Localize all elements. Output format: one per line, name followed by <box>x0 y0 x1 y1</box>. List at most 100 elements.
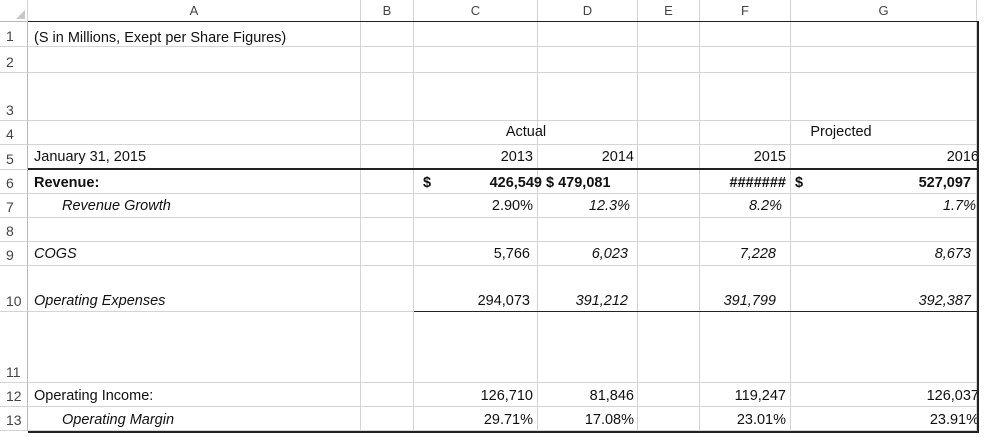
cell-d10[interactable]: 391,212 <box>538 293 628 309</box>
cell-a9[interactable]: COGS <box>34 246 77 262</box>
cell-f10[interactable]: 391,799 <box>700 293 776 309</box>
row-header-13[interactable]: 13 <box>0 407 28 431</box>
grid-cell[interactable] <box>700 47 791 73</box>
grid-cell[interactable] <box>28 218 361 242</box>
grid-cell[interactable] <box>361 22 414 47</box>
grid-cell[interactable] <box>361 407 414 431</box>
grid-cell[interactable] <box>361 218 414 242</box>
row-header-11[interactable]: 11 <box>0 312 28 383</box>
grid-cell[interactable] <box>28 47 361 73</box>
cell-d5[interactable]: 2014 <box>538 149 634 165</box>
grid-cell[interactable] <box>700 312 791 383</box>
grid-cell[interactable] <box>638 22 700 47</box>
grid-cell[interactable] <box>361 383 414 407</box>
column-header-d[interactable]: D <box>538 0 638 22</box>
select-all-corner[interactable] <box>0 0 28 22</box>
cell-d12[interactable]: 81,846 <box>538 388 634 404</box>
grid-cell[interactable] <box>361 121 414 145</box>
cell-c10[interactable]: 294,073 <box>414 293 530 309</box>
grid-cell[interactable] <box>791 312 977 383</box>
grid-cell[interactable] <box>538 22 638 47</box>
grid-cell[interactable] <box>361 170 414 194</box>
cell-g5[interactable]: 2016 <box>791 149 979 165</box>
grid-cell[interactable] <box>638 407 700 431</box>
grid-cell[interactable] <box>361 145 414 170</box>
column-header-e[interactable]: E <box>638 0 700 22</box>
cell-g12[interactable]: 126,037 <box>791 388 979 404</box>
cell-c4-actual[interactable]: Actual <box>414 124 638 140</box>
cell-d6[interactable]: $ 479,081 <box>546 175 611 191</box>
grid-cell[interactable] <box>638 312 700 383</box>
grid-cell[interactable] <box>638 73 700 121</box>
row-header-7[interactable]: 7 <box>0 194 28 218</box>
cell-g10[interactable]: 392,387 <box>791 293 971 309</box>
grid-cell[interactable] <box>361 312 414 383</box>
cell-g13[interactable]: 23.91% <box>791 412 979 428</box>
row-header-2[interactable]: 2 <box>0 47 28 73</box>
grid-cell[interactable] <box>638 194 700 218</box>
row-header-4[interactable]: 4 <box>0 121 28 145</box>
cell-d13[interactable]: 17.08% <box>538 412 634 428</box>
grid-cell[interactable] <box>538 47 638 73</box>
grid-cell[interactable] <box>700 121 791 145</box>
column-header-c[interactable]: C <box>414 0 538 22</box>
cell-d7[interactable]: 12.3% <box>538 198 630 214</box>
cell-a5[interactable]: January 31, 2015 <box>34 149 146 165</box>
grid-cell[interactable] <box>538 73 638 121</box>
row-header-10[interactable]: 10 <box>0 266 28 312</box>
grid-cell[interactable] <box>638 121 700 145</box>
grid-cell[interactable] <box>538 218 638 242</box>
cell-c7[interactable]: 2.90% <box>414 198 533 214</box>
row-header-9[interactable]: 9 <box>0 242 28 266</box>
grid-cell[interactable] <box>791 218 977 242</box>
cell-g4-projected[interactable]: Projected <box>791 124 891 140</box>
cell-f7[interactable]: 8.2% <box>700 198 782 214</box>
grid-cell[interactable] <box>638 170 700 194</box>
cell-a10[interactable]: Operating Expenses <box>34 293 165 309</box>
grid-cell[interactable] <box>414 47 538 73</box>
grid-cell[interactable] <box>414 312 538 383</box>
cell-a13[interactable]: Operating Margin <box>62 412 174 428</box>
column-header-f[interactable]: F <box>700 0 791 22</box>
grid-cell[interactable] <box>700 218 791 242</box>
cell-g9[interactable]: 8,673 <box>791 246 971 262</box>
row-header-3[interactable]: 3 <box>0 73 28 121</box>
grid-cell[interactable] <box>414 73 538 121</box>
column-header-b[interactable]: B <box>361 0 414 22</box>
row-header-5[interactable]: 5 <box>0 145 28 170</box>
grid-cell[interactable] <box>638 266 700 312</box>
row-header-12[interactable]: 12 <box>0 383 28 407</box>
cell-c12[interactable]: 126,710 <box>414 388 533 404</box>
grid-cell[interactable] <box>28 73 361 121</box>
grid-cell[interactable] <box>791 22 977 47</box>
grid-cell[interactable] <box>361 266 414 312</box>
cell-f6[interactable]: ####### <box>700 175 786 191</box>
cell-g7[interactable]: 1.7% <box>791 198 976 214</box>
cell-a12[interactable]: Operating Income: <box>34 388 153 404</box>
row-header-6[interactable]: 6 <box>0 170 28 194</box>
cell-c9[interactable]: 5,766 <box>414 246 530 262</box>
cell-a1[interactable]: (S in Millions, Exept per Share Figures) <box>34 30 286 46</box>
grid-cell[interactable] <box>791 47 977 73</box>
grid-cell[interactable] <box>791 73 977 121</box>
grid-cell[interactable] <box>28 121 361 145</box>
grid-cell[interactable] <box>361 47 414 73</box>
row-header-8[interactable]: 8 <box>0 218 28 242</box>
grid-cell[interactable] <box>361 242 414 266</box>
grid-cell[interactable] <box>361 73 414 121</box>
grid-cell[interactable] <box>414 218 538 242</box>
cell-f12[interactable]: 119,247 <box>700 388 786 404</box>
row-header-1[interactable]: 1 <box>0 22 28 47</box>
grid-cell[interactable] <box>638 383 700 407</box>
cell-f9[interactable]: 7,228 <box>700 246 776 262</box>
cell-c13[interactable]: 29.71% <box>414 412 533 428</box>
cell-g6[interactable]: 527,097 <box>791 175 971 191</box>
grid-cell[interactable] <box>28 312 361 383</box>
cell-a6[interactable]: Revenue: <box>34 175 99 191</box>
grid-cell[interactable] <box>361 194 414 218</box>
cell-a7[interactable]: Revenue Growth <box>62 198 171 214</box>
cell-f5[interactable]: 2015 <box>700 149 786 165</box>
grid-cell[interactable] <box>638 218 700 242</box>
grid-cell[interactable] <box>28 242 361 266</box>
cell-c5[interactable]: 2013 <box>414 149 533 165</box>
